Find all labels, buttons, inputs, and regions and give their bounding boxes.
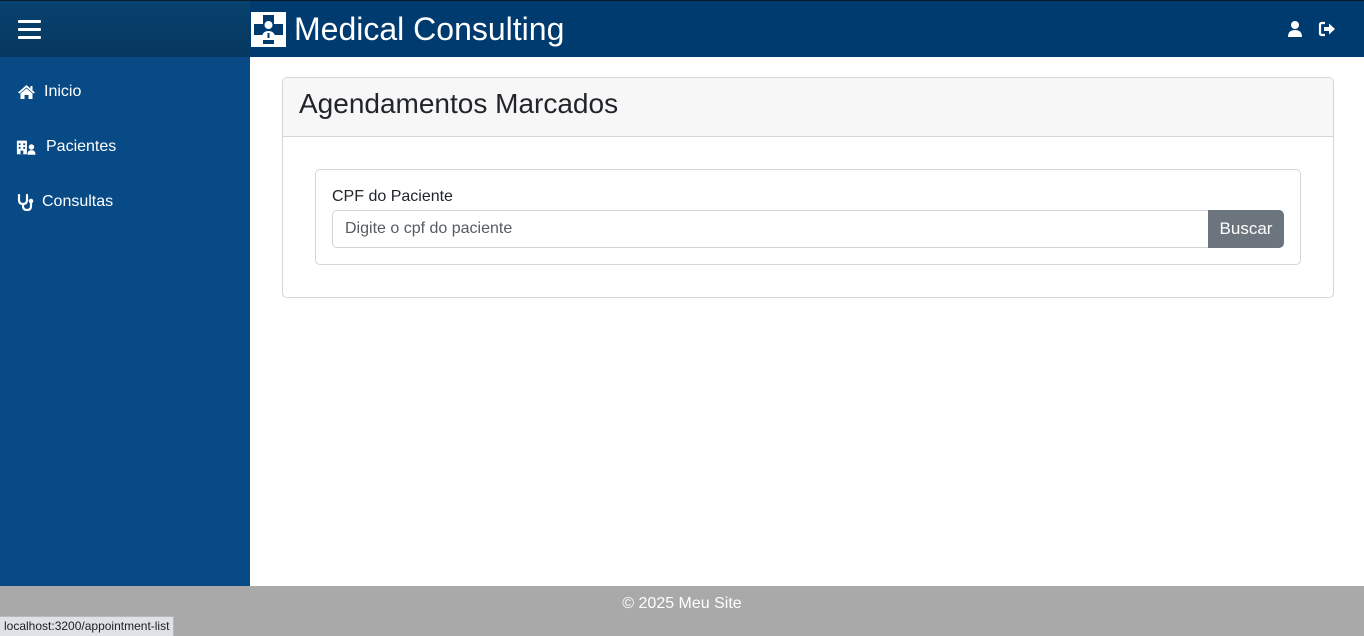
- sidebar-item-label: Consultas: [42, 193, 114, 210]
- cpf-search-input[interactable]: [332, 210, 1208, 248]
- search-button[interactable]: Buscar: [1208, 210, 1284, 248]
- cpf-label: CPF do Paciente: [332, 188, 453, 205]
- footer-copyright: © 2025 Meu Site: [622, 595, 742, 612]
- sidebar-item-pacientes[interactable]: Pacientes: [0, 127, 250, 167]
- search-form-card: CPF do Paciente Buscar: [315, 169, 1301, 265]
- user-icon[interactable]: [1286, 20, 1304, 38]
- topbar-sidebar-section: [0, 1, 250, 57]
- sidebar-item-consultas[interactable]: Consultas: [0, 182, 250, 222]
- sidebar: Inicio Pacientes Consultas: [0, 57, 250, 586]
- top-navbar: Medical Consulting: [0, 0, 1364, 57]
- appointments-card: Agendamentos Marcados CPF do Paciente Bu…: [282, 77, 1334, 298]
- footer: © 2025 Meu Site: [0, 586, 1364, 636]
- sidebar-item-label: Inicio: [44, 83, 82, 100]
- stethoscope-icon: [15, 192, 35, 212]
- top-icons: [1286, 20, 1336, 38]
- sidebar-item-label: Pacientes: [46, 138, 117, 155]
- hospital-user-icon: [16, 137, 36, 157]
- page-title: Agendamentos Marcados: [299, 88, 619, 119]
- home-icon: [16, 82, 36, 102]
- main-content: Agendamentos Marcados CPF do Paciente Bu…: [250, 57, 1364, 586]
- app-title: Medical Consulting: [294, 11, 565, 47]
- sidebar-item-inicio[interactable]: Inicio: [0, 72, 250, 112]
- card-header: Agendamentos Marcados: [283, 78, 1333, 137]
- browser-status-bar: localhost:3200/appointment-list: [0, 616, 175, 636]
- sign-out-icon[interactable]: [1318, 20, 1336, 38]
- medical-logo-icon: [251, 11, 286, 47]
- brand[interactable]: Medical Consulting: [251, 10, 564, 48]
- search-input-group: Buscar: [332, 210, 1284, 248]
- hamburger-menu-icon[interactable]: [18, 20, 41, 39]
